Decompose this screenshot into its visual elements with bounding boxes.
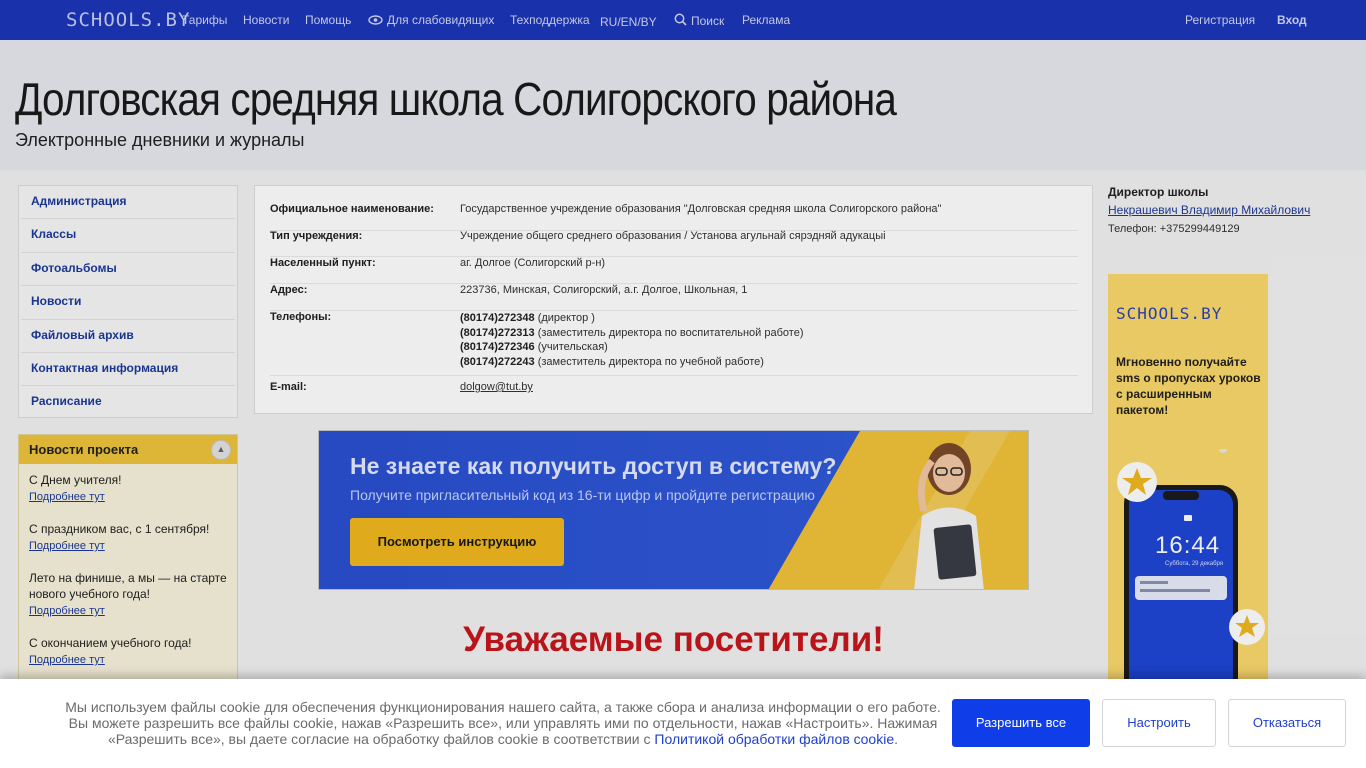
info-label: Официальное наименование:	[270, 203, 434, 215]
news-item-title: С Днем учителя!	[29, 473, 122, 487]
info-row-type: Тип учреждения: Учреждение общего средне…	[270, 230, 1078, 257]
nav-search-label: Поиск	[691, 14, 725, 28]
cookie-notice-text: Мы используем файлы cookie для обеспечен…	[62, 699, 944, 747]
phone-note: (директор )	[537, 312, 595, 324]
woman-with-folder-illustration	[914, 443, 984, 589]
visitors-heading: Уважаемые посетители!	[463, 620, 884, 659]
email-link[interactable]: dolgow@tut.by	[460, 381, 533, 393]
registration-banner: Не знаете как получить доступ в систему?…	[318, 430, 1029, 590]
director-phone: Телефон: +375299449129	[1108, 223, 1240, 235]
info-label: Населенный пункт:	[270, 257, 376, 269]
phone-number: (80174)272348	[460, 312, 535, 324]
phone-entry: (80174)272346 (учительская)	[460, 340, 803, 355]
collapse-chevron-up-icon[interactable]: ▲	[211, 440, 231, 460]
sidebar-item-news[interactable]: Новости	[21, 286, 235, 320]
nav-tariffs[interactable]: Тарифы	[182, 13, 227, 27]
ad-text: Мгновенно получайте sms о пропусках урок…	[1116, 355, 1261, 417]
school-subtitle: Электронные дневники и журналы	[15, 130, 305, 150]
info-label: Адрес:	[270, 284, 308, 296]
phone-list: (80174)272348 (директор ) (80174)272313 …	[460, 311, 803, 369]
phone-lockscreen-time: 16:44	[1155, 532, 1221, 559]
nav-search[interactable]: Поиск	[674, 13, 724, 28]
reject-cookies-button[interactable]: Отказаться	[1228, 699, 1346, 747]
cookie-policy-link[interactable]: Политикой обработки файлов cookie	[654, 731, 894, 747]
news-item-more-link[interactable]: Подробнее тут	[29, 540, 227, 552]
news-item-title: С окончанием учебного года!	[29, 636, 192, 650]
nav-advertising[interactable]: Реклама	[742, 13, 790, 27]
news-item-title: Лето на финише, а мы — на старте нового …	[29, 571, 227, 601]
nav-news[interactable]: Новости	[243, 13, 289, 27]
search-icon	[674, 13, 687, 26]
sidebar-item-classes[interactable]: Классы	[21, 219, 235, 253]
sidebar-item-contacts[interactable]: Контактная информация	[21, 353, 235, 387]
info-label: Телефоны:	[270, 311, 332, 323]
info-row-official-name: Официальное наименование: Государственно…	[270, 203, 1078, 231]
sms-advertisement[interactable]: SCHOOLS.BY Мгновенно получайте sms о про…	[1108, 274, 1268, 694]
info-row-locality: Населенный пункт: аг. Долгое (Солигорски…	[270, 257, 1078, 284]
banner-heading: Не знаете как получить доступ в систему?	[350, 453, 837, 479]
info-value: Учреждение общего среднего образования /…	[460, 230, 886, 242]
news-item: С окончанием учебного года! Подробнее ту…	[19, 617, 237, 666]
allow-all-cookies-button[interactable]: Разрешить все	[952, 699, 1090, 747]
project-news-panel: Новости проекта ▲ С Днем учителя! Подроб…	[18, 434, 238, 694]
cookie-notice-period: .	[894, 731, 899, 747]
language-switch[interactable]: RU/EN/BY	[600, 15, 657, 29]
ad-logo: SCHOOLS.BY	[1116, 304, 1223, 323]
news-item: С праздником вас, с 1 сентября! Подробне…	[19, 503, 237, 552]
view-instructions-button[interactable]: Посмотреть инструкцию	[350, 518, 564, 566]
configure-cookies-button[interactable]: Настроить	[1102, 699, 1216, 747]
info-value: аг. Долгое (Солигорский р-н)	[460, 257, 606, 269]
phone-entry: (80174)272313 (заместитель директора по …	[460, 326, 803, 341]
register-link[interactable]: Регистрация	[1185, 13, 1255, 27]
info-label: Тип учреждения:	[270, 230, 363, 242]
smartphone-illustration	[1117, 449, 1265, 694]
phone-number: (80174)272243	[460, 355, 535, 368]
info-row-email: E-mail: dolgow@tut.by	[270, 381, 1078, 405]
news-item: Лето на финише, а мы — на старте нового …	[19, 552, 237, 617]
sidebar-item-administration[interactable]: Администрация	[21, 186, 235, 220]
phone-number: (80174)272313	[460, 326, 535, 339]
news-item-title: С праздником вас, с 1 сентября!	[29, 522, 210, 536]
info-row-phones: Телефоны: (80174)272348 (директор ) (801…	[270, 311, 1078, 376]
sidebar-menu: Администрация Классы Фотоальбомы Новости…	[18, 185, 238, 418]
school-header: Долговская средняя школа Солигорского ра…	[0, 40, 1366, 170]
info-label: E-mail:	[270, 381, 307, 393]
info-value: Государственное учреждение образования "…	[460, 203, 942, 215]
banner-subtitle: Получите пригласительный код из 16-ти ци…	[350, 487, 815, 503]
phone-note: (заместитель директора по учебной работе…	[537, 355, 764, 368]
nav-accessibility-label: Для слабовидящих	[387, 13, 495, 27]
school-info-table: Официальное наименование: Государственно…	[254, 185, 1093, 414]
nav-support[interactable]: Техподдержка	[510, 13, 590, 27]
phone-entry: (80174)272243 (заместитель директора по …	[460, 355, 803, 370]
news-item-more-link[interactable]: Подробнее тут	[29, 654, 227, 666]
phone-number: (80174)272346	[460, 341, 535, 353]
nav-help[interactable]: Помощь	[305, 13, 351, 27]
phone-note: (заместитель директора по воспитательной…	[537, 326, 804, 339]
project-news-header: Новости проекта ▲	[19, 435, 237, 464]
news-item: С Днем учителя! Подробнее тут	[19, 464, 237, 503]
project-news-title: Новости проекта	[29, 442, 139, 457]
cookie-consent-bar: Мы используем файлы cookie для обеспечен…	[0, 679, 1366, 768]
director-name-link[interactable]: Некрашевич Владимир Михайлович	[1108, 203, 1310, 217]
info-value: 223736, Минская, Солигорский, а.г. Долго…	[460, 284, 748, 296]
school-title: Долговская средняя школа Солигорского ра…	[15, 73, 897, 125]
info-row-address: Адрес: 223736, Минская, Солигорский, а.г…	[270, 284, 1078, 311]
phone-note: (учительская)	[537, 341, 608, 353]
sidebar-item-schedule[interactable]: Расписание	[21, 386, 235, 419]
phone-lockscreen-date: Суббота, 29 декабря	[1165, 561, 1224, 567]
sidebar-item-file-archive[interactable]: Файловый архив	[21, 320, 235, 353]
eye-icon	[368, 15, 383, 25]
director-label: Директор школы	[1108, 185, 1209, 199]
phone-entry: (80174)272348 (директор )	[460, 311, 803, 326]
nav-accessibility[interactable]: Для слабовидящих	[368, 13, 494, 27]
sidebar-item-photo-albums[interactable]: Фотоальбомы	[21, 253, 235, 287]
news-item-more-link[interactable]: Подробнее тут	[29, 605, 227, 617]
news-item-more-link[interactable]: Подробнее тут	[29, 491, 227, 503]
top-navigation-bar: SCHOOLS.BY Тарифы Новости Помощь Для сла…	[0, 0, 1366, 40]
login-link[interactable]: Вход	[1277, 13, 1307, 27]
site-logo[interactable]: SCHOOLS.BY	[66, 9, 190, 31]
